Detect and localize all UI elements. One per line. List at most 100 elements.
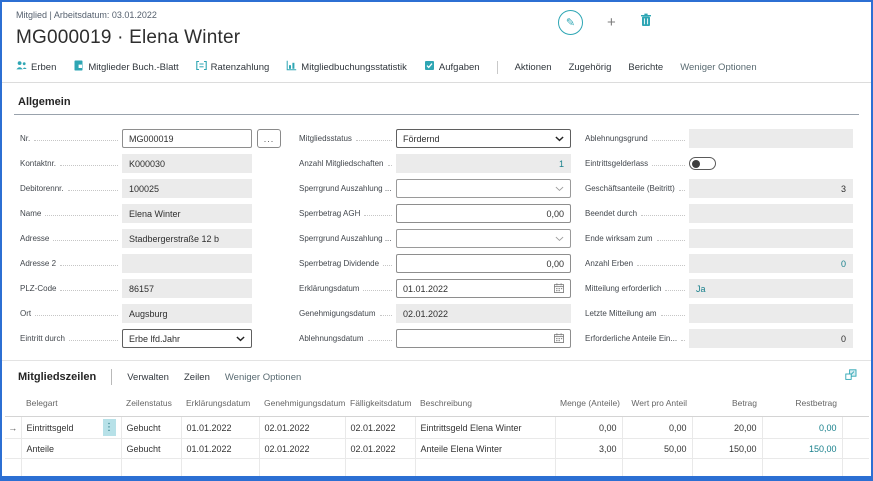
action-ribbon: Erben Mitglieder Buch.-Blatt Ratenzahlun… bbox=[2, 60, 871, 83]
sperrgrund-auszahlung-1-combo[interactable] bbox=[396, 179, 571, 198]
cell-belegart[interactable]: Anteile bbox=[21, 439, 121, 459]
erforderliche-anteile-field: 0 bbox=[689, 329, 853, 348]
chevron-down-icon bbox=[555, 184, 564, 194]
cell-betrag[interactable]: 20,00 bbox=[692, 417, 762, 439]
field-label-genehmigungsdatum: Genehmigungsdatum bbox=[299, 309, 376, 318]
cell-faelligkeitsdatum[interactable]: 02.01.2022 bbox=[345, 417, 415, 439]
eintritt-durch-select[interactable]: Erbe lfd.Jahr bbox=[122, 329, 252, 348]
lines-separator bbox=[111, 369, 112, 385]
field-label-adresse: Adresse bbox=[20, 234, 49, 243]
chevron-down-icon bbox=[236, 334, 245, 344]
header-belegart[interactable]: Belegart bbox=[21, 392, 121, 417]
lines-less-options-link[interactable]: Weniger Optionen bbox=[225, 372, 301, 383]
field-label-ablehnungsgrund: Ablehnungsgrund bbox=[585, 134, 648, 143]
cell-menge[interactable]: 0,00 bbox=[555, 417, 622, 439]
ribbon-item-ratenzahlung[interactable]: Ratenzahlung bbox=[196, 60, 270, 74]
sperrbetrag-agh-input[interactable]: 0,00 bbox=[396, 204, 571, 223]
ablehnungsgrund-field bbox=[689, 129, 853, 148]
cell-belegart[interactable]: Eintrittsgeld ⋮ bbox=[21, 417, 121, 439]
sperrgrund-auszahlung-2-combo[interactable] bbox=[396, 229, 571, 248]
field-label-anzahl-mitgliedschaften: Anzahl Mitgliedschaften bbox=[299, 159, 384, 168]
general-form: Nr. MG000019 ... Kontaktnr. K000030 Debi… bbox=[2, 115, 871, 351]
debitorennr-field: 100025 bbox=[122, 179, 252, 198]
mitgliedsstatus-select[interactable]: Fördernd bbox=[396, 129, 571, 148]
ribbon-menu-berichte[interactable]: Berichte bbox=[628, 62, 663, 73]
cell-faelligkeitsdatum[interactable]: 02.01.2022 bbox=[345, 439, 415, 459]
header-zeilenstatus[interactable]: Zeilenstatus bbox=[121, 392, 181, 417]
ablehnungsdatum-input[interactable] bbox=[396, 329, 571, 348]
eintrittsgelderlass-toggle[interactable] bbox=[689, 157, 716, 170]
field-label-beendet-durch: Beendet durch bbox=[585, 209, 637, 218]
field-label-adresse2: Adresse 2 bbox=[20, 259, 56, 268]
plz-code-field: 86157 bbox=[122, 279, 252, 298]
edit-button[interactable]: ✎ bbox=[558, 10, 583, 35]
ribbon-item-mitglieder-buch-blatt[interactable]: Mitglieder Buch.-Blatt bbox=[73, 60, 178, 74]
form-column-1: Nr. MG000019 ... Kontaktnr. K000030 Debi… bbox=[20, 126, 285, 351]
cell-genehmigungsdatum[interactable]: 02.01.2022 bbox=[259, 417, 345, 439]
cell-betrag[interactable]: 150,00 bbox=[692, 439, 762, 459]
cell-menge[interactable]: 3,00 bbox=[555, 439, 622, 459]
header-menge-anteile[interactable]: Menge (Anteile) bbox=[555, 392, 622, 417]
section-allgemein-title: Allgemein bbox=[18, 96, 71, 108]
cell-erklaerungsdatum[interactable]: 01.01.2022 bbox=[181, 439, 259, 459]
calendar-icon[interactable] bbox=[554, 283, 564, 295]
ribbon-item-mitgliedbuchungsstatistik[interactable]: Mitgliedbuchungsstatistik bbox=[286, 60, 407, 74]
header-wert-pro-anteil[interactable]: Wert pro Anteil bbox=[622, 392, 692, 417]
mitteilung-erforderlich-link[interactable]: Ja bbox=[696, 284, 706, 294]
cell-zeilenstatus[interactable]: Gebucht bbox=[121, 439, 181, 459]
cell-beschreibung[interactable]: Eintrittsgeld Elena Winter bbox=[415, 417, 555, 439]
sperrbetrag-dividende-input[interactable]: 0,00 bbox=[396, 254, 571, 273]
trash-icon bbox=[640, 13, 652, 32]
header-restbetrag[interactable]: Restbetrag bbox=[762, 392, 842, 417]
header-betrag[interactable]: Betrag bbox=[692, 392, 762, 417]
ribbon-item-aufgaben[interactable]: Aufgaben bbox=[424, 60, 480, 74]
statistics-icon bbox=[286, 60, 297, 74]
less-options-link[interactable]: Weniger Optionen bbox=[680, 62, 756, 73]
anzahl-erben-link[interactable]: 0 bbox=[841, 259, 846, 269]
cell-restbetrag-link[interactable]: 150,00 bbox=[762, 439, 842, 459]
delete-button[interactable] bbox=[640, 13, 652, 32]
header-beschreibung[interactable]: Beschreibung bbox=[415, 392, 555, 417]
cell-wert-pro-anteil[interactable]: 0,00 bbox=[622, 417, 692, 439]
field-label-plz-code: PLZ-Code bbox=[20, 284, 56, 293]
cell-genehmigungsdatum[interactable]: 02.01.2022 bbox=[259, 439, 345, 459]
lines-menu-verwalten[interactable]: Verwalten bbox=[127, 372, 169, 383]
table-row: → Eintrittsgeld ⋮ Gebucht 01.01.2022 02.… bbox=[5, 417, 869, 439]
ribbon-menu-zugehoerig[interactable]: Zugehörig bbox=[569, 62, 612, 73]
row-menu-icon[interactable]: ⋮ bbox=[103, 419, 116, 436]
ribbon-item-erben[interactable]: Erben bbox=[16, 60, 56, 74]
chevron-down-icon bbox=[555, 134, 564, 144]
header-erklaerungsdatum[interactable]: Erklärungsdatum bbox=[181, 392, 259, 417]
plus-icon: + bbox=[607, 14, 616, 31]
cell-restbetrag-link[interactable]: 0,00 bbox=[762, 417, 842, 439]
expand-lines-icon[interactable] bbox=[845, 368, 857, 386]
cell-erklaerungsdatum[interactable]: 01.01.2022 bbox=[181, 417, 259, 439]
nr-input[interactable]: MG000019 bbox=[122, 129, 252, 148]
header-faelligkeitsdatum[interactable]: Fälligkeitsdatum bbox=[345, 392, 415, 417]
section-mitgliedszeilen-title[interactable]: Mitgliedszeilen bbox=[18, 371, 96, 383]
header-trailing bbox=[842, 392, 869, 417]
nr-assist-button[interactable]: ... bbox=[257, 129, 281, 148]
ende-wirksam-zum-field bbox=[689, 229, 853, 248]
anzahl-mitgliedschaften-field: 1 bbox=[396, 154, 571, 173]
pencil-icon: ✎ bbox=[566, 16, 575, 29]
section-allgemein-header[interactable]: Allgemein bbox=[14, 92, 859, 115]
geschaeftsanteile-beitritt-field: 3 bbox=[689, 179, 853, 198]
erklaerungsdatum-input[interactable]: 01.01.2022 bbox=[396, 279, 571, 298]
ribbon-separator bbox=[497, 61, 498, 74]
add-button[interactable]: + bbox=[607, 15, 616, 30]
lines-menu-zeilen[interactable]: Zeilen bbox=[184, 372, 210, 383]
member-lines-table: Belegart Zeilenstatus Erklärungsdatum Ge… bbox=[5, 392, 869, 479]
header-genehmigungsdatum[interactable]: Genehmigungsdatum bbox=[259, 392, 345, 417]
cell-wert-pro-anteil[interactable]: 50,00 bbox=[622, 439, 692, 459]
field-label-sperrgrund-auszahlung-1: Sperrgrund Auszahlung ... bbox=[299, 184, 392, 193]
ribbon-menu-aktionen[interactable]: Aktionen bbox=[515, 62, 552, 73]
anzahl-mitgliedschaften-link[interactable]: 1 bbox=[559, 159, 564, 169]
field-label-geschaeftsanteile-beitritt: Geschäftsanteile (Beitritt) bbox=[585, 184, 675, 193]
cell-beschreibung[interactable]: Anteile Elena Winter bbox=[415, 439, 555, 459]
ort-field: Augsburg bbox=[122, 304, 252, 323]
calendar-icon[interactable] bbox=[554, 333, 564, 345]
field-label-erklaerungsdatum: Erklärungsdatum bbox=[299, 284, 359, 293]
header-row-marker bbox=[5, 392, 21, 417]
cell-zeilenstatus[interactable]: Gebucht bbox=[121, 417, 181, 439]
